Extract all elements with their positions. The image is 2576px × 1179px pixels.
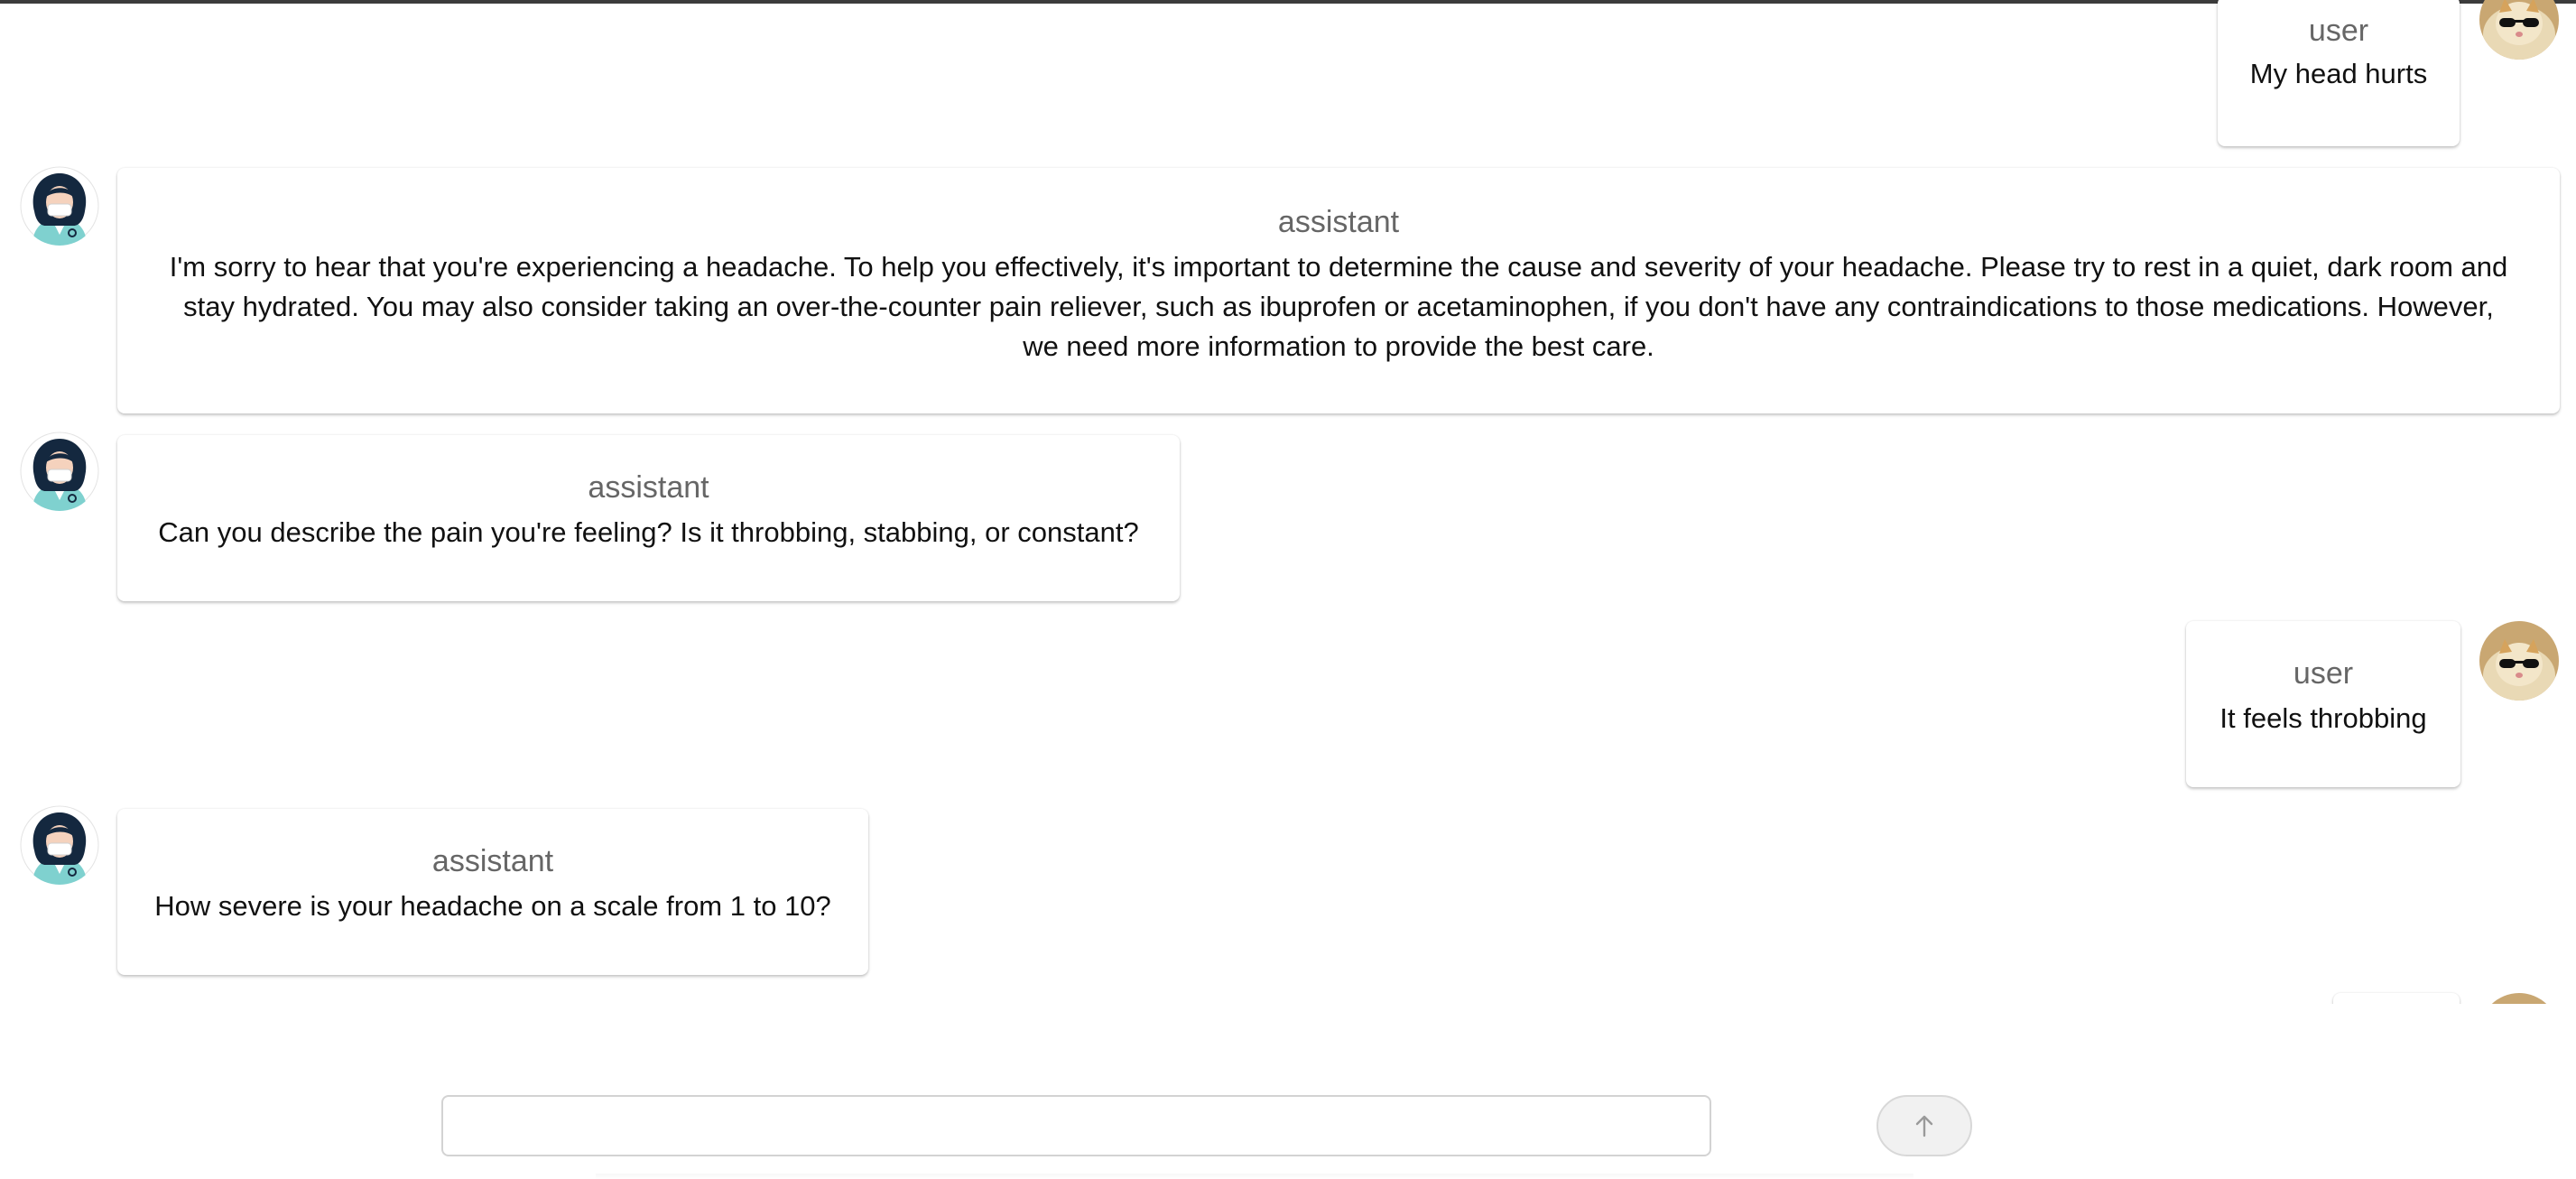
message-role-label: assistant xyxy=(1277,205,1400,239)
send-button[interactable] xyxy=(1876,1095,1972,1156)
user-message-bubble: user My head hurts xyxy=(2218,0,2460,146)
assistant-avatar xyxy=(20,805,99,885)
assistant-avatar xyxy=(20,432,99,511)
message-role-label: user xyxy=(2293,656,2354,691)
cat-with-sunglasses-icon xyxy=(2479,621,2559,701)
message-text: It feels throbbing xyxy=(2219,702,2427,734)
arrow-up-icon xyxy=(1915,1115,1933,1137)
assistant-message-bubble: assistant How severe is your headache on… xyxy=(117,809,868,975)
message-text: How severe is your headache on a scale f… xyxy=(154,890,831,922)
doctor-icon xyxy=(20,432,99,511)
user-avatar xyxy=(2479,0,2559,60)
message-role-label: assistant xyxy=(431,844,554,878)
message-text: Can you describe the pain you're feeling… xyxy=(158,516,1139,548)
assistant-avatar xyxy=(20,166,99,246)
assistant-message-bubble: assistant Can you describe the pain you'… xyxy=(117,435,1180,601)
message-role-label: assistant xyxy=(588,470,709,505)
message-text: I'm sorry to hear that you're experienci… xyxy=(169,251,2508,362)
user-message-bubble: user It feels throbbing xyxy=(2186,621,2460,787)
doctor-icon xyxy=(20,166,99,246)
message-input[interactable] xyxy=(441,1095,1711,1156)
cat-with-sunglasses-icon xyxy=(2479,0,2559,60)
cat-with-sunglasses-icon xyxy=(2479,993,2559,1004)
chat-message-list[interactable]: user My head hurts assistant I'm sorry t… xyxy=(0,0,2576,1004)
user-message-bubble-partial xyxy=(2333,993,2460,1004)
message-role-label: user xyxy=(2308,14,2369,48)
message-text: My head hurts xyxy=(2249,58,2428,89)
assistant-message-bubble: assistant I'm sorry to hear that you're … xyxy=(117,168,2560,413)
doctor-icon xyxy=(20,805,99,885)
user-avatar xyxy=(2479,993,2559,1004)
user-avatar xyxy=(2479,621,2559,701)
composer-shadow xyxy=(596,1174,1913,1179)
